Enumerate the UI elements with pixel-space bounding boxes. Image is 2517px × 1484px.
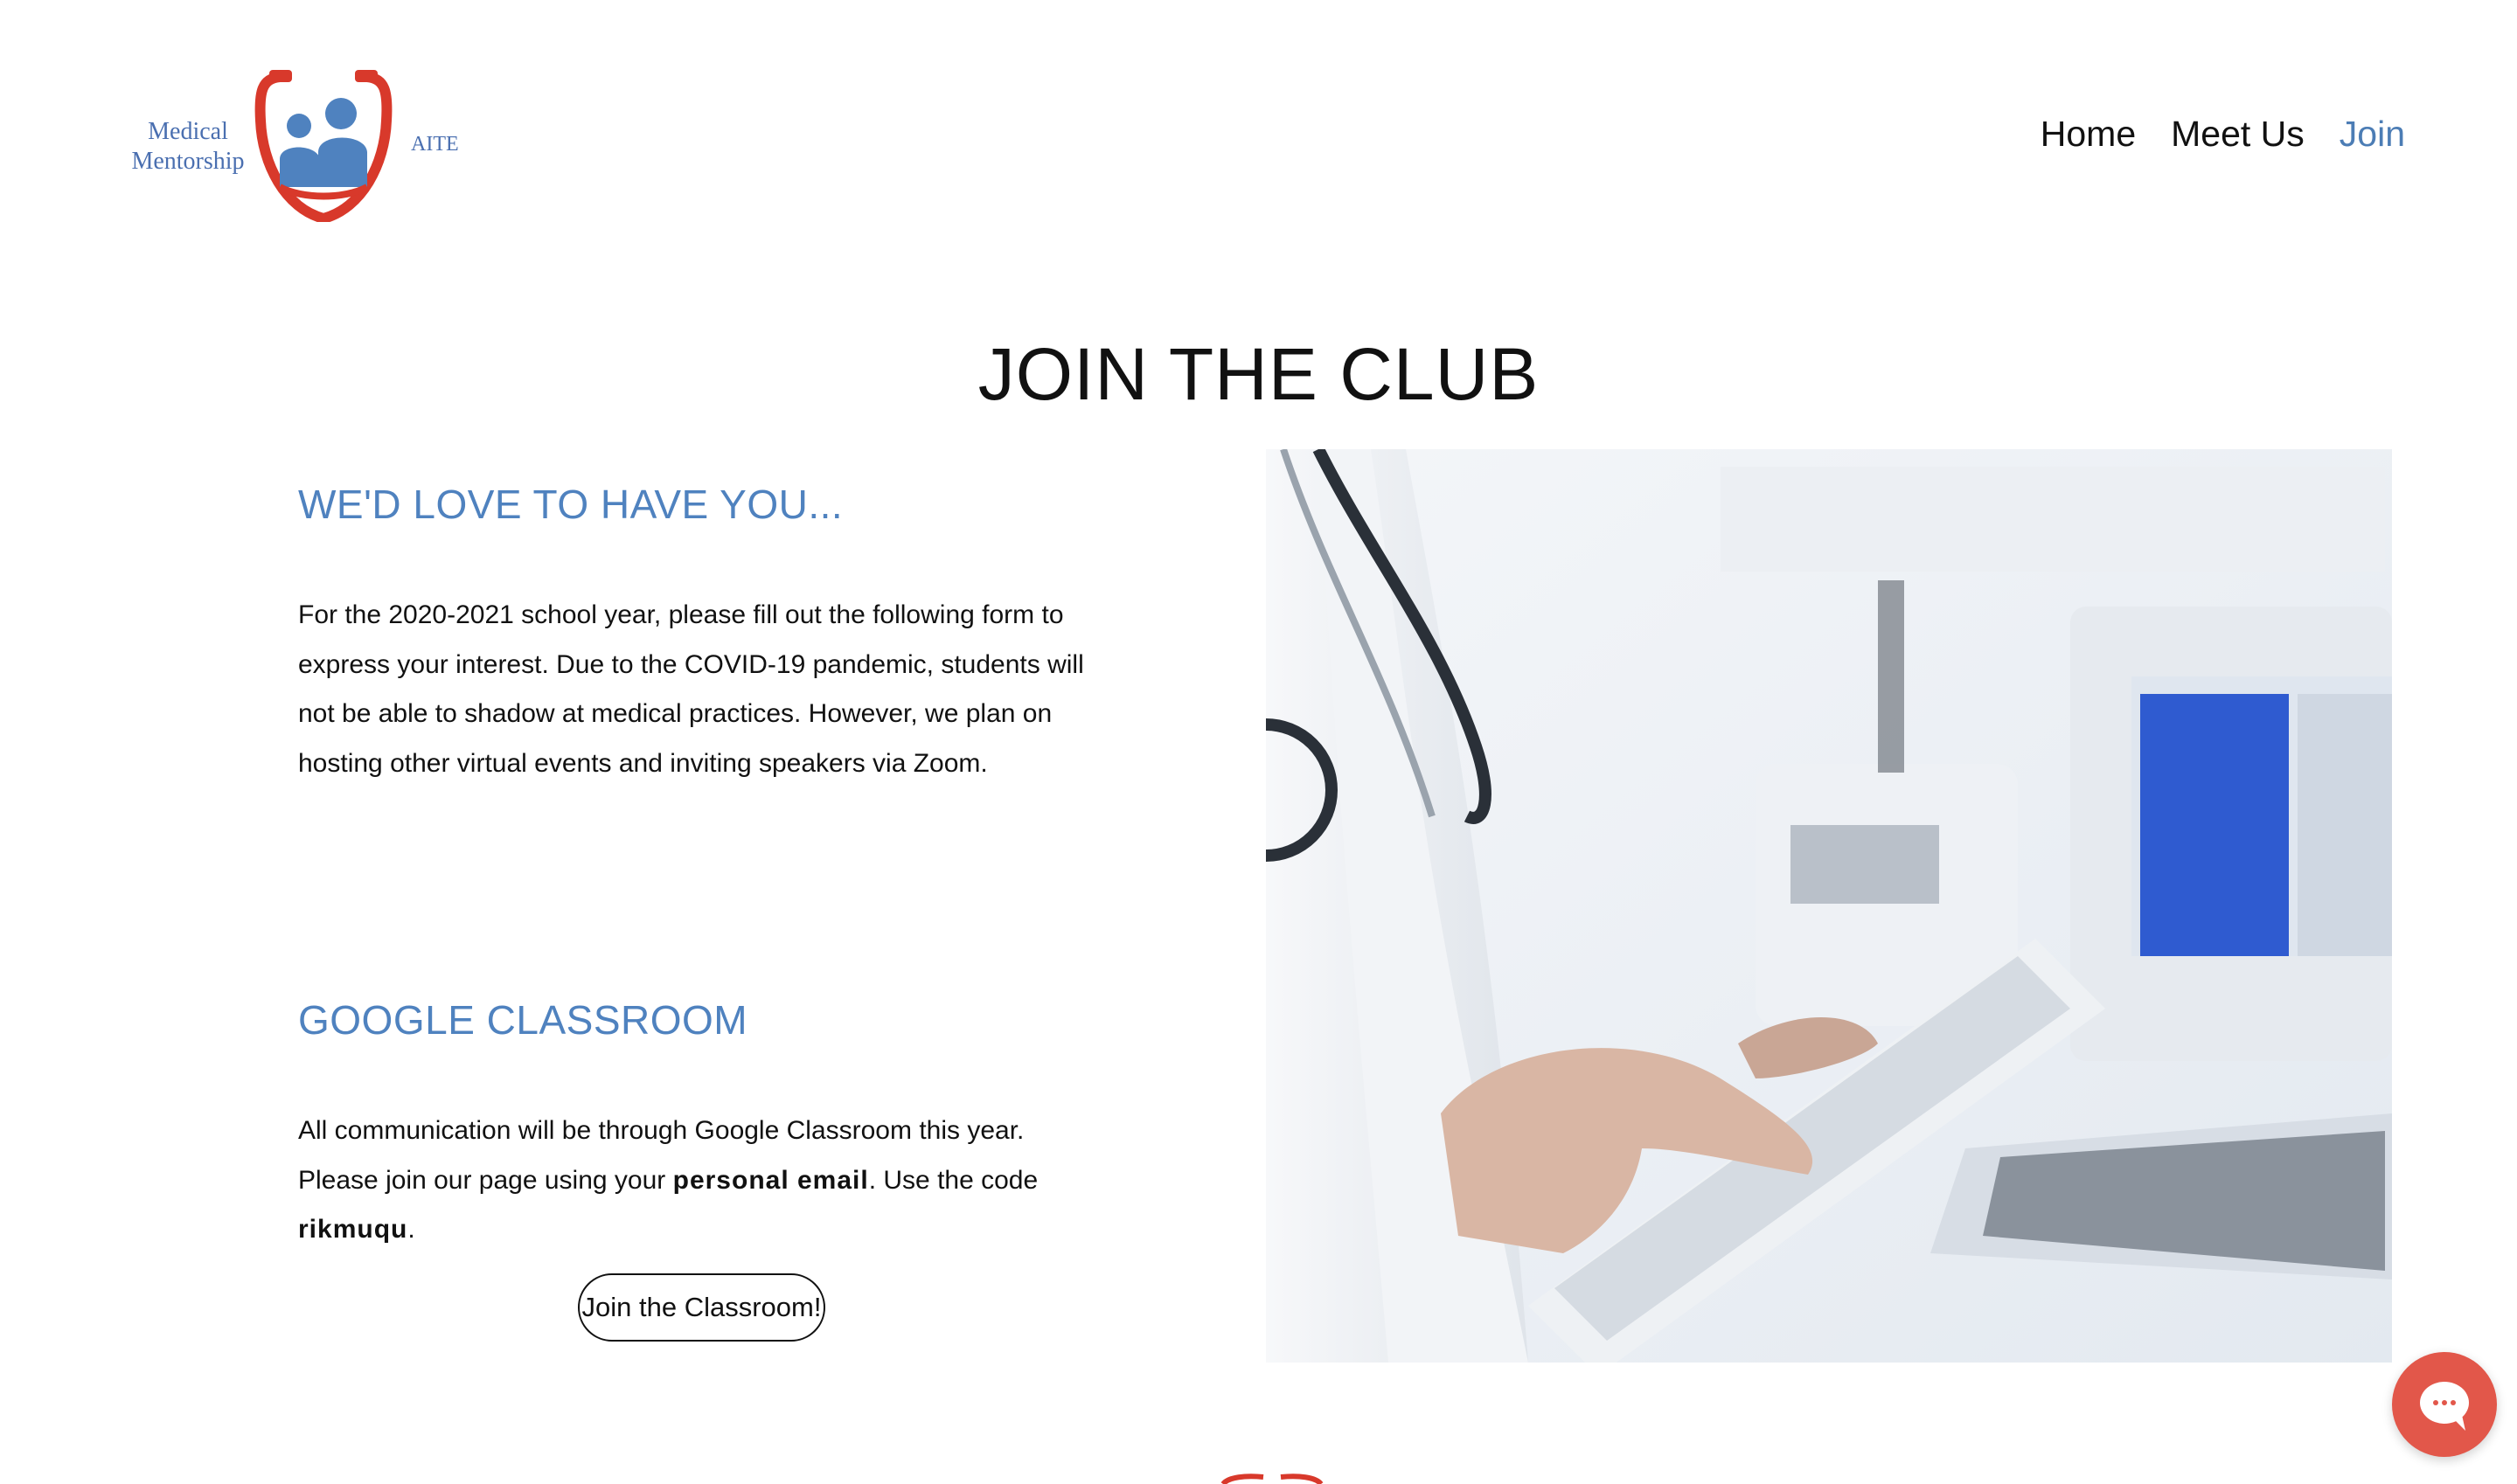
stethoscope-family-logo-icon xyxy=(254,70,393,222)
section-body-google-classroom: All communication will be through Google… xyxy=(298,1106,1102,1255)
doctor-with-tablet-photo xyxy=(1266,449,2392,1363)
logo-text-left: Medical Mentorship xyxy=(122,117,254,177)
footer-logo-icon xyxy=(1220,1474,1324,1484)
chat-bubble-icon xyxy=(2420,1382,2469,1431)
personal-email-emphasis: personal email xyxy=(672,1165,869,1195)
section-heading-google-classroom: GOOGLE CLASSROOM xyxy=(298,997,748,1043)
section-body-welcome: For the 2020-2021 school year, please fi… xyxy=(298,600,1084,778)
hero-photo-illustration xyxy=(1266,449,2392,1363)
logo-text-aite: AITE xyxy=(411,133,459,156)
classroom-text-part3: . xyxy=(407,1215,415,1244)
nav-meet-us-link[interactable]: Meet Us xyxy=(2171,114,2305,155)
chat-widget-button[interactable] xyxy=(2392,1352,2497,1457)
site-logo[interactable]: Medical Mentorship AITE xyxy=(122,68,472,225)
logo-text-medical: Medical xyxy=(148,118,228,145)
nav-join-link[interactable]: Join xyxy=(2340,114,2405,155)
classroom-code: rikmuqu xyxy=(298,1215,408,1244)
main-nav: Home Meet Us Join xyxy=(2041,114,2405,155)
logo-text-mentorship: Mentorship xyxy=(131,148,245,175)
page-title: JOIN THE CLUB xyxy=(977,333,1540,415)
classroom-text-part2: . Use the code xyxy=(868,1165,1039,1195)
join-classroom-button[interactable]: Join the Classroom! xyxy=(578,1273,825,1342)
section-heading-welcome: WE'D LOVE TO HAVE YOU... xyxy=(298,482,844,527)
nav-home-link[interactable]: Home xyxy=(2041,114,2136,155)
